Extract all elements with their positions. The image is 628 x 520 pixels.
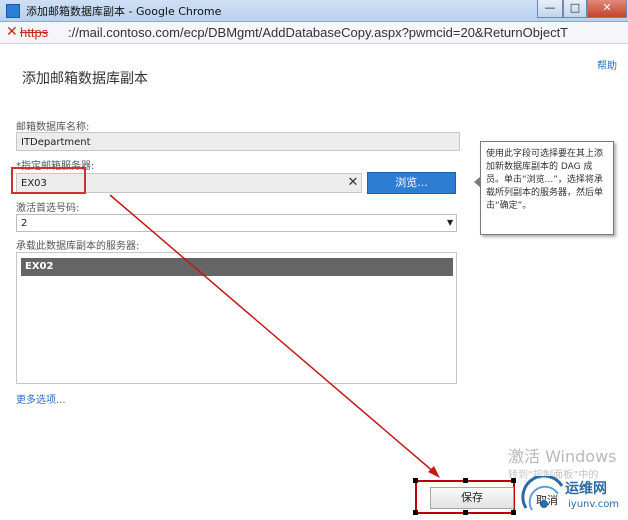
highlight-handle [463,510,468,515]
window-title: 添加邮箱数据库副本 - Google Chrome [26,5,222,18]
chrome-app-icon [6,4,20,18]
address-bar[interactable]: ✕ https ://mail.contoso.com/ecp/DBMgmt/A… [0,22,628,44]
chevron-down-icon: ▼ [447,218,454,227]
activation-label: 激活首选号码: [16,203,80,214]
db-name-field: ITDepartment [16,132,460,151]
help-link[interactable]: 帮助 [597,57,617,72]
servers-label: 承载此数据库副本的服务器: [16,241,140,252]
callout-text: 使用此字段可选择要在其上添加新数据库副本的 DAG 成员。单击“浏览...”，选… [486,149,604,211]
highlight-handle [413,478,418,483]
activation-select[interactable]: 2 ▼ [16,214,457,232]
page-title: 添加邮箱数据库副本 [22,71,148,87]
help-callout: 使用此字段可选择要在其上添加新数据库副本的 DAG 成员。单击“浏览...”，选… [480,141,614,235]
list-item[interactable]: EX02 [21,258,453,276]
url-text[interactable]: ://mail.contoso.com/ecp/DBMgmt/AddDataba… [68,25,568,40]
highlight-handle [463,478,468,483]
save-button[interactable]: 保存 [430,487,514,509]
highlight-handle [511,510,516,515]
more-options-link[interactable]: 更多选项... [16,391,66,406]
server-highlight-box [11,167,86,194]
window-titlebar: 添加邮箱数据库副本 - Google Chrome — □ ✕ [0,0,628,22]
logo-domain: iyunv.com [568,499,620,510]
activation-watermark-title: 激活 Windows [508,447,617,466]
close-icon[interactable]: ✕ [344,173,362,193]
maximize-button[interactable]: □ [563,0,587,18]
minimize-button[interactable]: — [537,0,563,18]
activation-value: 2 [21,218,28,229]
url-scheme: https [20,25,49,40]
server-list[interactable]: EX02 [16,252,457,384]
db-name-label: 邮箱数据库名称: [16,122,90,133]
close-window-button[interactable]: ✕ [587,0,627,18]
logo-name: 运维网 [565,481,607,497]
x-mark-icon: ✕ [6,24,18,40]
browse-button[interactable]: 浏览... [367,172,456,194]
highlight-handle [413,510,418,515]
